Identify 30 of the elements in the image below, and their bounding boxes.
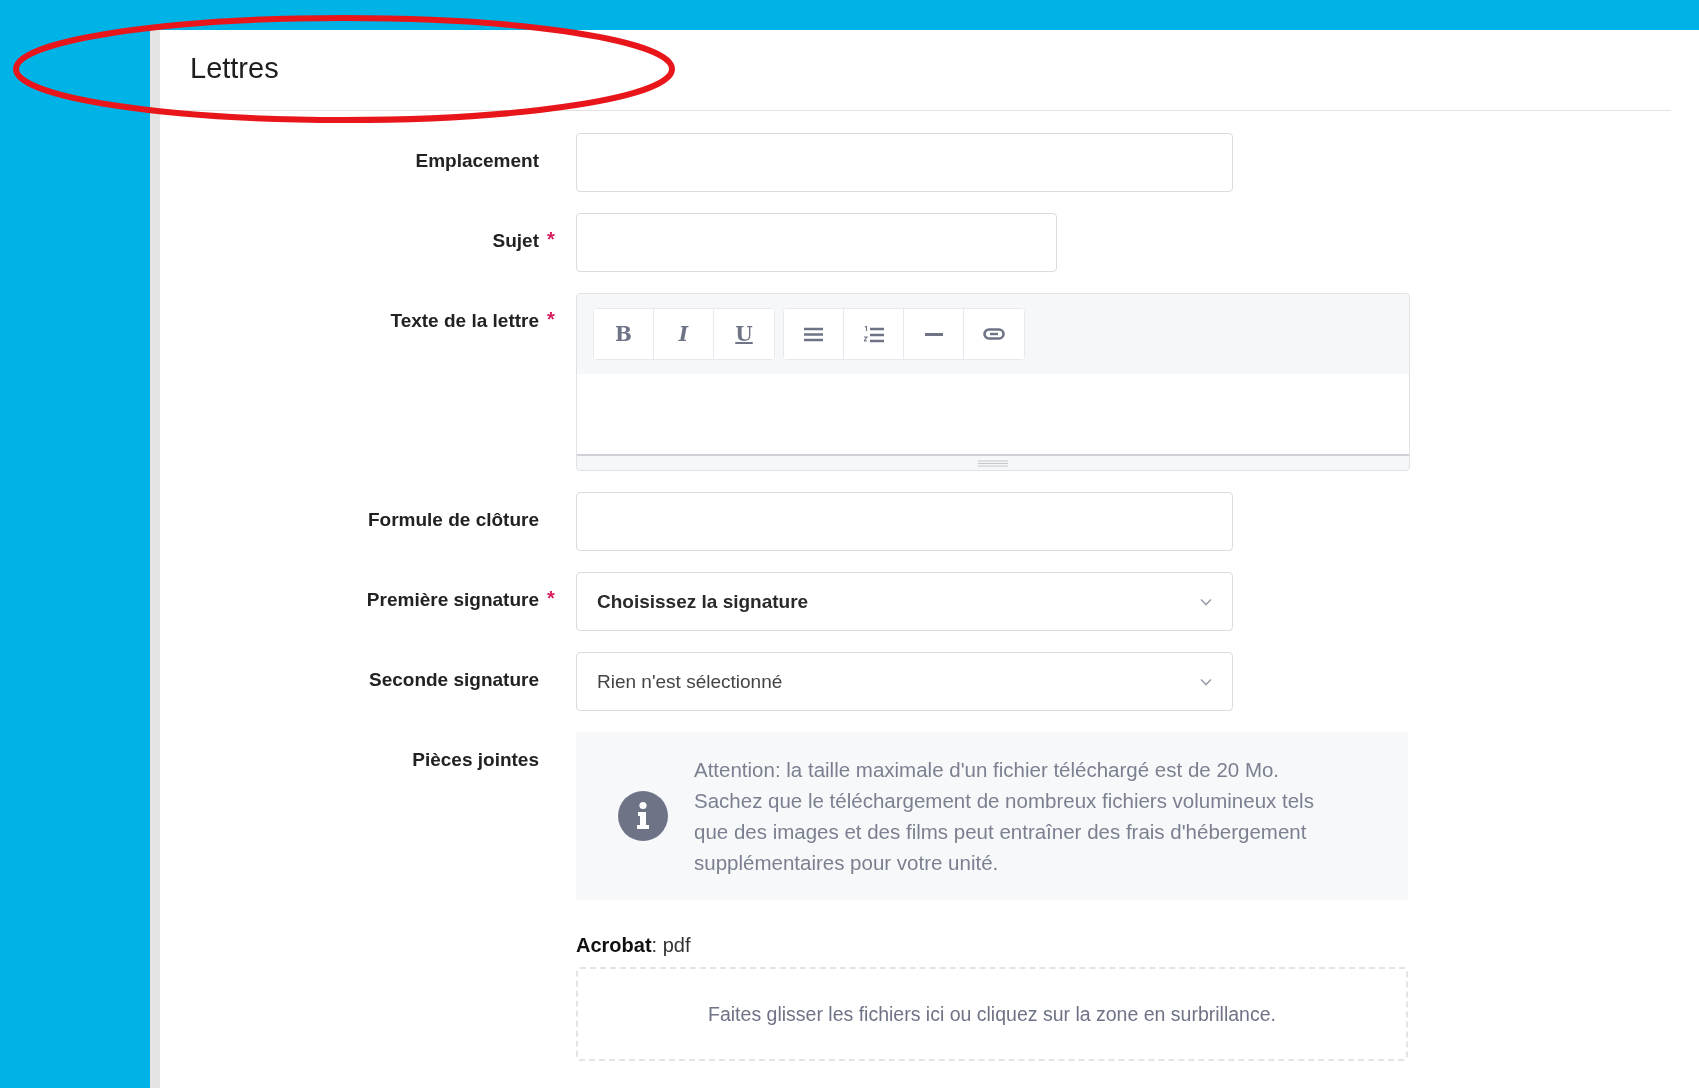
field-label: Texte de la lettre — [390, 310, 539, 332]
file-drop-zone[interactable]: Faites glisser les fichiers ici ou cliquez sur la zone en surbrillance. — [576, 967, 1408, 1061]
bullets-button[interactable] — [784, 309, 844, 359]
chevron-down-icon — [1200, 677, 1212, 686]
field-label: Formule de clôture — [367, 509, 539, 531]
required-asterisk: * — [546, 589, 556, 607]
list-icon — [804, 326, 823, 342]
chevron-down-icon — [1200, 597, 1212, 606]
editor-text-area[interactable] — [577, 374, 1409, 456]
notice-text: Attention: la taille maximale d'un fichier téléchargé est de 20 Mo. Sachez que le téléchargement de nombreux fichiers volumineux tels que des images et des films peut entraîner des frais d'hébergement supplémentaires pour votre unité. — [694, 757, 1315, 876]
text-field[interactable] — [576, 133, 1233, 192]
page-title: Lettres — [160, 30, 1671, 111]
field-label: Emplacement — [415, 150, 539, 172]
signature-dropdown[interactable]: Choisissez la signature — [576, 572, 1233, 631]
horizontal-rule-icon — [924, 332, 943, 336]
text-field[interactable] — [576, 213, 1057, 272]
info-icon — [618, 791, 668, 841]
numbered-list-icon — [863, 325, 884, 343]
signature-dropdown[interactable]: Rien n'est sélectionné — [576, 652, 1233, 711]
required-asterisk: * — [546, 230, 556, 248]
text-field[interactable] — [576, 492, 1233, 551]
link-icon — [983, 328, 1005, 340]
field-label: Seconde signature — [369, 669, 539, 691]
field-label: Première signature — [366, 589, 539, 611]
field-label: Pièces jointes — [412, 749, 539, 771]
bold-button[interactable]: B — [594, 309, 654, 359]
allowed-file-types: Acrobat: pdf — [576, 934, 692, 957]
field-label: Sujet — [492, 230, 539, 252]
resize-handle-icon[interactable] — [978, 459, 1008, 467]
required-asterisk: * — [546, 310, 556, 328]
